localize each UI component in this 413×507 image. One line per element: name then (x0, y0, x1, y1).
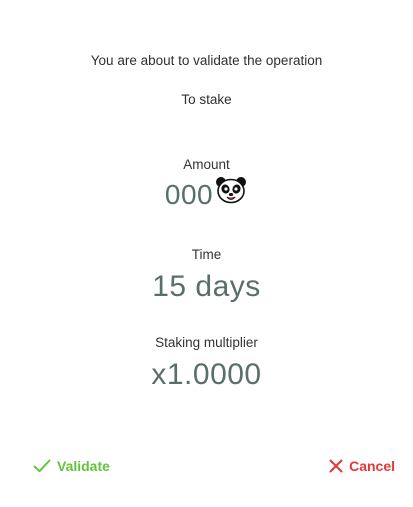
multiplier-label: Staking multiplier (155, 335, 258, 350)
cancel-button[interactable]: Cancel (329, 458, 395, 474)
validate-label: Validate (57, 458, 110, 474)
check-icon (33, 459, 51, 473)
cancel-label: Cancel (349, 458, 395, 474)
amount-row: 000 (0, 175, 413, 215)
validate-button[interactable]: Validate (33, 458, 110, 474)
amount-label: Amount (183, 157, 230, 172)
close-icon (329, 459, 343, 473)
time-label: Time (191, 247, 222, 262)
operation-name: To stake (181, 92, 232, 107)
time-value: 15 days (152, 270, 261, 303)
multiplier-value: x1.0000 (151, 358, 262, 391)
panda-token-icon (216, 177, 247, 204)
stake-confirmation-dialog: You are about to validate the operation … (0, 0, 413, 507)
amount-value: 000 (164, 179, 214, 210)
intro-text: You are about to validate the operation (90, 53, 323, 68)
